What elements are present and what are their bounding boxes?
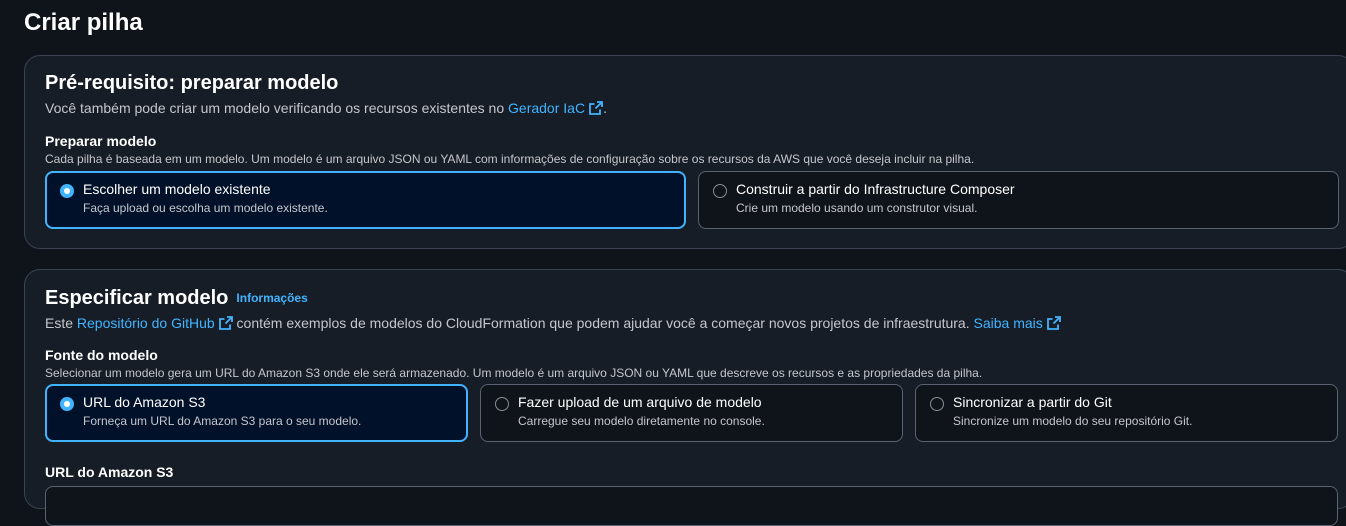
github-repo-link-label[interactable]: Repositório do GitHub bbox=[77, 315, 215, 331]
option-amazon-s3-url[interactable]: URL do Amazon S3 Forneça um URL do Amazo… bbox=[45, 384, 468, 442]
external-link-icon bbox=[1046, 316, 1061, 330]
learn-more-link-label[interactable]: Saiba mais bbox=[974, 315, 1043, 331]
template-source-label: Fonte do modelo bbox=[45, 347, 158, 363]
option-label: URL do Amazon S3 bbox=[83, 394, 206, 410]
option-description: Crie um modelo usando um construtor visu… bbox=[736, 201, 978, 215]
radio-button[interactable] bbox=[713, 184, 727, 198]
iac-generator-link-label[interactable]: Gerador IaC bbox=[508, 100, 585, 116]
prerequisite-desc-suffix: . bbox=[603, 100, 607, 116]
page-title: Criar pilha bbox=[24, 9, 143, 36]
prerequisite-title: Pré-requisito: preparar modelo bbox=[45, 72, 339, 94]
external-link-icon bbox=[589, 101, 603, 115]
prerequisite-description: Você também pode criar um modelo verific… bbox=[45, 100, 607, 116]
spec-desc-prefix: Este bbox=[45, 315, 74, 331]
radio-button-selected[interactable] bbox=[60, 397, 74, 411]
option-label: Construir a partir do Infrastructure Com… bbox=[736, 181, 1015, 197]
prerequisite-desc-text: Você também pode criar um modelo verific… bbox=[45, 100, 505, 116]
option-description: Carregue seu modelo diretamente no conso… bbox=[518, 414, 765, 428]
radio-button-selected[interactable] bbox=[60, 184, 74, 198]
specify-template-description: Este Repositório do GitHub contém exempl… bbox=[45, 315, 1061, 331]
specify-template-title-text: Especificar modelo bbox=[45, 287, 229, 309]
prerequisite-container: Pré-requisito: preparar modelo Você tamb… bbox=[24, 55, 1346, 249]
github-repo-link[interactable]: Repositório do GitHub bbox=[77, 315, 233, 331]
amazon-s3-url-label: URL do Amazon S3 bbox=[45, 464, 174, 480]
iac-generator-link[interactable]: Gerador IaC bbox=[508, 100, 603, 116]
prepare-template-description: Cada pilha é baseada em um modelo. Um mo… bbox=[45, 152, 975, 166]
external-link-icon bbox=[218, 316, 233, 330]
option-description: Forneça um URL do Amazon S3 para o seu m… bbox=[83, 414, 362, 428]
option-choose-existing-template[interactable]: Escolher um modelo existente Faça upload… bbox=[45, 171, 686, 229]
specify-template-title: Especificar modelo Informações bbox=[45, 287, 308, 310]
radio-button[interactable] bbox=[495, 397, 509, 411]
option-label: Escolher um modelo existente bbox=[83, 181, 271, 197]
radio-button[interactable] bbox=[930, 397, 944, 411]
learn-more-link[interactable]: Saiba mais bbox=[974, 315, 1061, 331]
option-description: Sincronize um modelo do seu repositório … bbox=[953, 414, 1193, 428]
option-build-infrastructure-composer[interactable]: Construir a partir do Infrastructure Com… bbox=[698, 171, 1339, 229]
amazon-s3-url-input[interactable] bbox=[45, 486, 1338, 526]
template-source-description: Selecionar um modelo gera um URL do Amaz… bbox=[45, 366, 983, 380]
option-upload-template-file[interactable]: Fazer upload de um arquivo de modelo Car… bbox=[480, 384, 903, 442]
spec-desc-middle: contém exemplos de modelos do CloudForma… bbox=[236, 315, 970, 331]
info-link[interactable]: Informações bbox=[236, 291, 307, 305]
specify-template-container: Especificar modelo Informações Este Repos… bbox=[24, 269, 1346, 526]
prepare-template-label: Preparar modelo bbox=[45, 133, 157, 149]
option-label: Fazer upload de um arquivo de modelo bbox=[518, 394, 762, 410]
option-label: Sincronizar a partir do Git bbox=[953, 394, 1112, 410]
option-sync-from-git[interactable]: Sincronizar a partir do Git Sincronize u… bbox=[915, 384, 1338, 442]
option-description: Faça upload ou escolha um modelo existen… bbox=[83, 201, 328, 215]
